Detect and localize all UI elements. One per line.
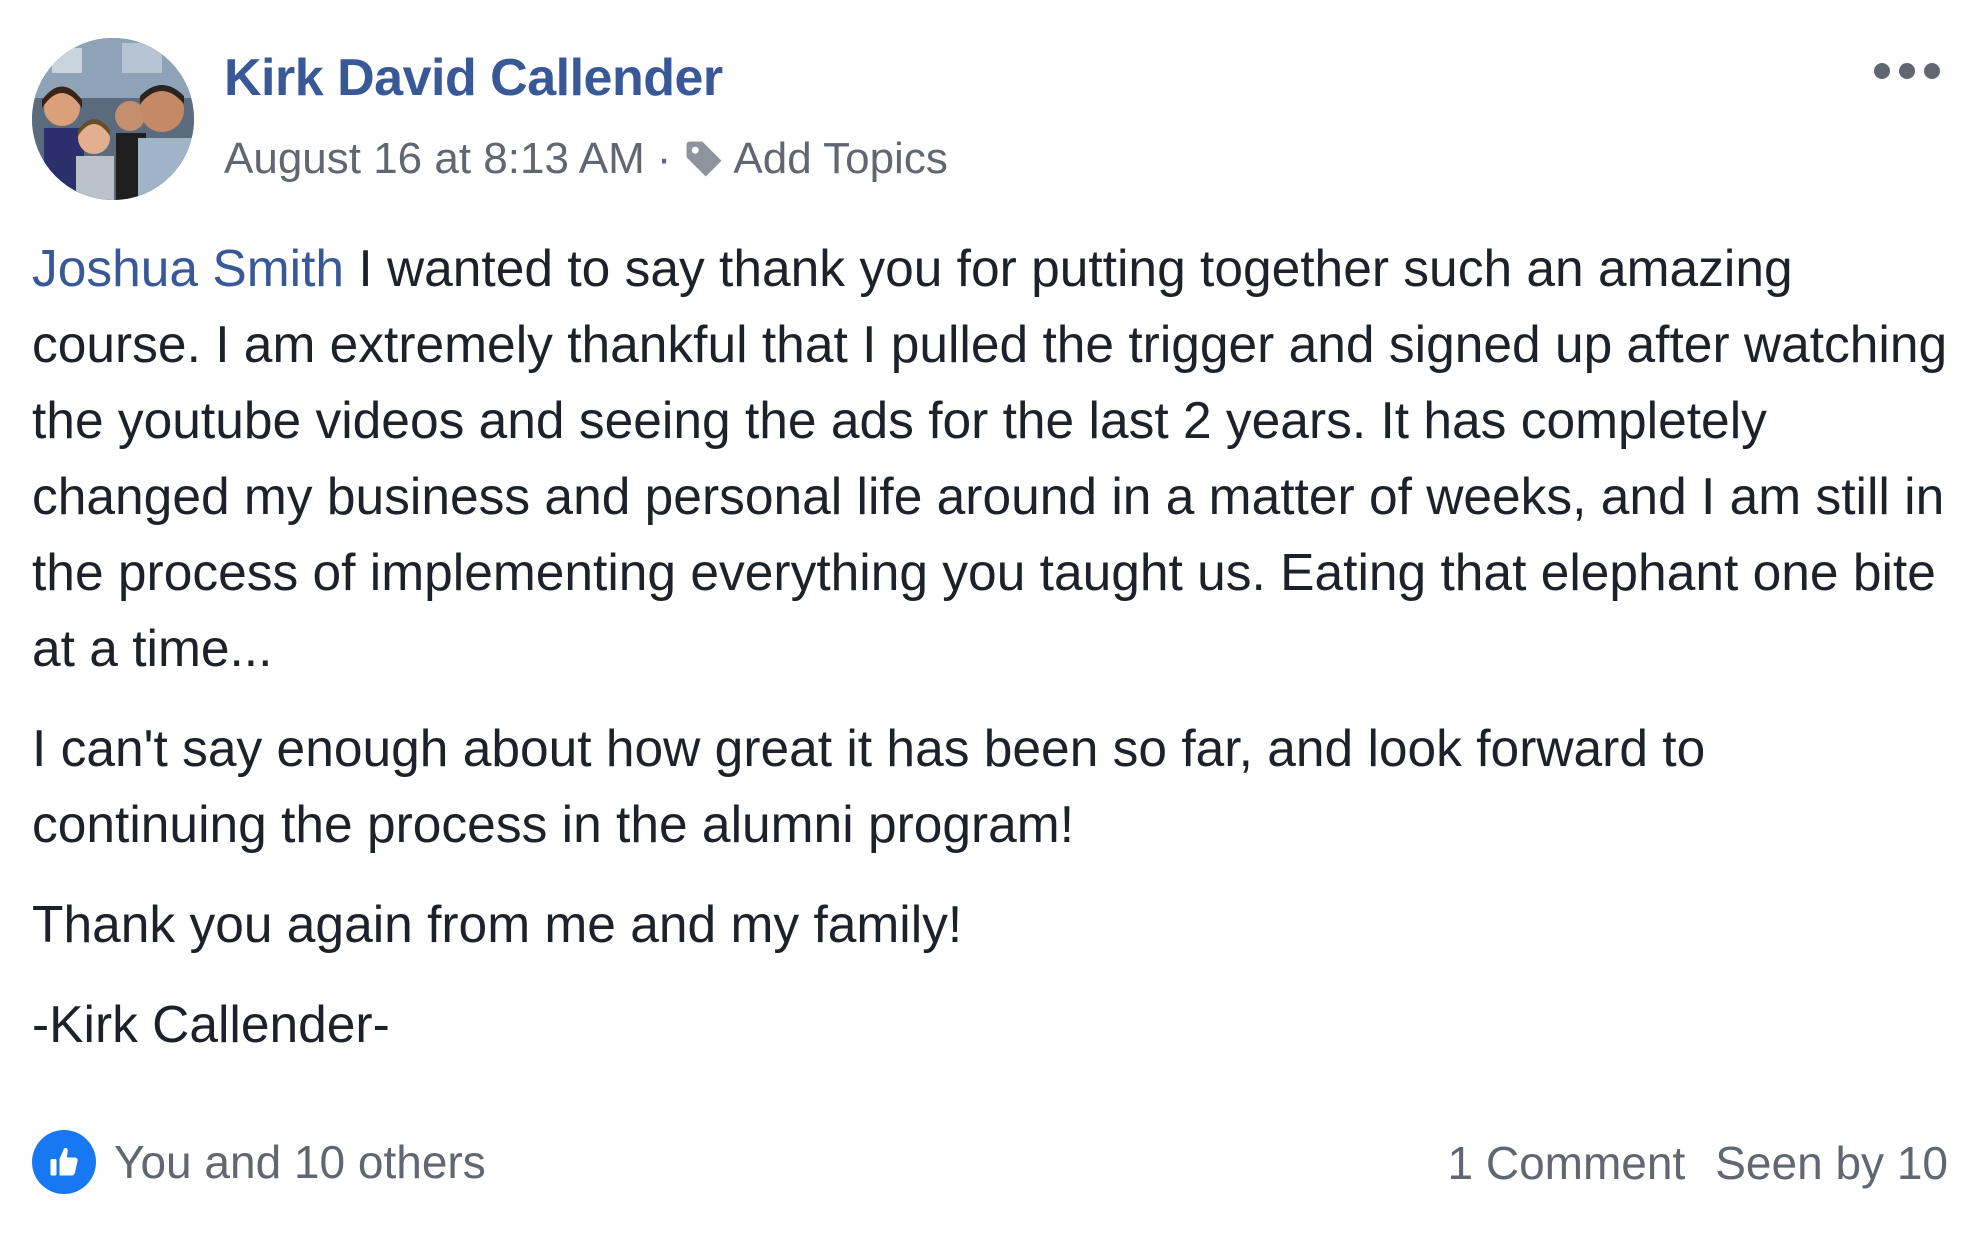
post-paragraph-1: Joshua Smith I wanted to say thank you f… — [32, 230, 1952, 686]
post-footer: You and 10 others 1 Comment Seen by 10 — [32, 1130, 1948, 1210]
avatar[interactable] — [32, 38, 194, 200]
post-signature: -Kirk Callender- — [32, 995, 390, 1053]
likes-count-text: You and 10 others — [114, 1136, 486, 1188]
group-post: Kirk David Callender August 16 at 8:13 A… — [0, 0, 1980, 1242]
paragraph-1-text: I wanted to say thank you for putting to… — [32, 239, 1948, 677]
post-body: Joshua Smith I wanted to say thank you f… — [32, 230, 1952, 1086]
comments-count-link[interactable]: 1 Comment — [1448, 1136, 1686, 1190]
post-timestamp[interactable]: August 16 at 8:13 AM — [224, 134, 645, 184]
more-options-icon[interactable] — [1874, 60, 1940, 82]
author-name[interactable]: Kirk David Callender — [224, 48, 723, 108]
post-paragraph-3: Thank you again from me and my family! — [32, 895, 963, 953]
add-topics-link[interactable]: Add Topics — [733, 134, 947, 184]
tag-icon — [686, 141, 722, 177]
mention-link[interactable]: Joshua Smith — [32, 239, 344, 297]
seen-by-link[interactable]: Seen by 10 — [1715, 1136, 1948, 1190]
post-stats: 1 Comment Seen by 10 — [1448, 1136, 1949, 1190]
post-paragraph-2: I can't say enough about how great it ha… — [32, 719, 1706, 853]
post-header: Kirk David Callender August 16 at 8:13 A… — [32, 38, 1952, 202]
avatar-photo — [32, 38, 194, 200]
meta-separator: · — [656, 134, 672, 183]
more-dot — [1874, 63, 1890, 79]
reactions-summary[interactable]: You and 10 others — [32, 1130, 486, 1194]
more-dot — [1899, 63, 1915, 79]
more-dot — [1924, 63, 1940, 79]
thumbs-up-glyph — [50, 1148, 78, 1176]
thumbs-up-icon — [32, 1130, 96, 1194]
post-meta: August 16 at 8:13 AM · Add Topics — [224, 134, 948, 184]
